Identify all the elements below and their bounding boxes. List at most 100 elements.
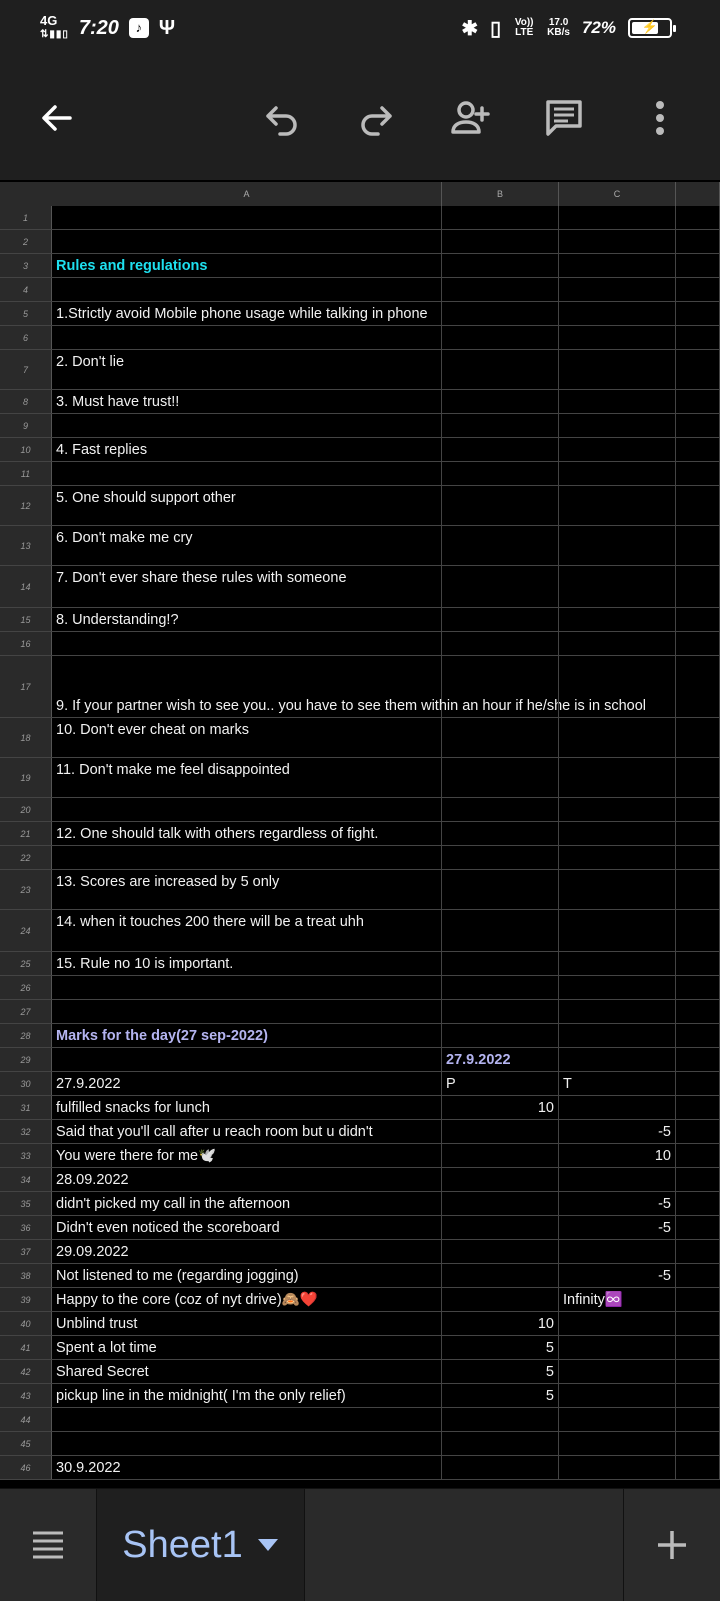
cell-d4[interactable] <box>676 278 720 301</box>
cell-b6[interactable] <box>442 326 559 349</box>
row-header[interactable]: 35 <box>0 1192 52 1215</box>
cell-b14[interactable] <box>442 566 559 607</box>
cell-c23[interactable] <box>559 870 676 909</box>
cell-b23[interactable] <box>442 870 559 909</box>
cell-a24[interactable]: 14. when it touches 200 there will be a … <box>52 910 442 951</box>
cell-c46[interactable] <box>559 1456 676 1479</box>
cell-b11[interactable] <box>442 462 559 485</box>
row-header[interactable]: 8 <box>0 390 52 413</box>
cell-a29[interactable] <box>52 1048 442 1071</box>
cell-c15[interactable] <box>559 608 676 631</box>
cell-c34[interactable] <box>559 1168 676 1191</box>
row-header[interactable]: 44 <box>0 1408 52 1431</box>
cell-b10[interactable] <box>442 438 559 461</box>
cell-b18[interactable] <box>442 718 559 757</box>
cell-d3[interactable] <box>676 254 720 277</box>
cell-d15[interactable] <box>676 608 720 631</box>
cell-b8[interactable] <box>442 390 559 413</box>
cell-b29[interactable]: 27.9.2022 <box>442 1048 559 1071</box>
cell-a39[interactable]: Happy to the core (coz of nyt drive)🙈❤️ <box>52 1288 442 1311</box>
cell-c29[interactable] <box>559 1048 676 1071</box>
cell-d6[interactable] <box>676 326 720 349</box>
row-header[interactable]: 7 <box>0 350 52 389</box>
cell-c4[interactable] <box>559 278 676 301</box>
cell-b20[interactable] <box>442 798 559 821</box>
cell-a6[interactable] <box>52 326 442 349</box>
cell-d34[interactable] <box>676 1168 720 1191</box>
cell-a10[interactable]: 4. Fast replies <box>52 438 442 461</box>
cell-c1[interactable] <box>559 206 676 229</box>
cell-d31[interactable] <box>676 1096 720 1119</box>
row-header[interactable]: 33 <box>0 1144 52 1167</box>
cell-b13[interactable] <box>442 526 559 565</box>
cell-c24[interactable] <box>559 910 676 951</box>
cell-c18[interactable] <box>559 718 676 757</box>
cell-d13[interactable] <box>676 526 720 565</box>
cell-b17[interactable] <box>442 656 559 717</box>
row-header[interactable]: 42 <box>0 1360 52 1383</box>
cell-b4[interactable] <box>442 278 559 301</box>
cell-d32[interactable] <box>676 1120 720 1143</box>
cell-c5[interactable] <box>559 302 676 325</box>
cell-d42[interactable] <box>676 1360 720 1383</box>
cell-c27[interactable] <box>559 1000 676 1023</box>
cell-a14[interactable]: 7. Don't ever share these rules with som… <box>52 566 442 607</box>
row-header[interactable]: 14 <box>0 566 52 607</box>
cell-a12[interactable]: 5. One should support other <box>52 486 442 525</box>
cell-a45[interactable] <box>52 1432 442 1455</box>
cell-a5[interactable]: 1.Strictly avoid Mobile phone usage whil… <box>52 302 442 325</box>
cell-d19[interactable] <box>676 758 720 797</box>
cell-d28[interactable] <box>676 1024 720 1047</box>
cell-b5[interactable] <box>442 302 559 325</box>
cell-a33[interactable]: You were there for me🕊️ <box>52 1144 442 1167</box>
cell-c36[interactable]: -5 <box>559 1216 676 1239</box>
row-header[interactable]: 11 <box>0 462 52 485</box>
cell-a27[interactable] <box>52 1000 442 1023</box>
cell-d23[interactable] <box>676 870 720 909</box>
cell-c14[interactable] <box>559 566 676 607</box>
cell-b32[interactable] <box>442 1120 559 1143</box>
cell-c38[interactable]: -5 <box>559 1264 676 1287</box>
cell-a2[interactable] <box>52 230 442 253</box>
cell-d38[interactable] <box>676 1264 720 1287</box>
cell-d7[interactable] <box>676 350 720 389</box>
cell-a31[interactable]: fulfilled snacks for lunch <box>52 1096 442 1119</box>
row-header[interactable]: 17 <box>0 656 52 717</box>
cell-c17[interactable] <box>559 656 676 717</box>
cell-a26[interactable] <box>52 976 442 999</box>
column-header-a[interactable]: A <box>52 182 442 206</box>
column-header-c[interactable]: C <box>559 182 676 206</box>
cell-b7[interactable] <box>442 350 559 389</box>
undo-button[interactable] <box>250 86 314 150</box>
cell-b31[interactable]: 10 <box>442 1096 559 1119</box>
cell-b35[interactable] <box>442 1192 559 1215</box>
cell-c33[interactable]: 10 <box>559 1144 676 1167</box>
cell-b28[interactable] <box>442 1024 559 1047</box>
cell-b3[interactable] <box>442 254 559 277</box>
cell-b19[interactable] <box>442 758 559 797</box>
row-header[interactable]: 37 <box>0 1240 52 1263</box>
cell-b27[interactable] <box>442 1000 559 1023</box>
cell-d26[interactable] <box>676 976 720 999</box>
cell-d10[interactable] <box>676 438 720 461</box>
cell-d46[interactable] <box>676 1456 720 1479</box>
cell-b40[interactable]: 10 <box>442 1312 559 1335</box>
cell-d11[interactable] <box>676 462 720 485</box>
cell-d30[interactable] <box>676 1072 720 1095</box>
cell-c39[interactable]: Infinity♾️ <box>559 1288 676 1311</box>
cell-b16[interactable] <box>442 632 559 655</box>
row-header[interactable]: 2 <box>0 230 52 253</box>
cell-c21[interactable] <box>559 822 676 845</box>
cell-c28[interactable] <box>559 1024 676 1047</box>
cell-d16[interactable] <box>676 632 720 655</box>
cell-a20[interactable] <box>52 798 442 821</box>
cell-c30[interactable]: T <box>559 1072 676 1095</box>
cell-b39[interactable] <box>442 1288 559 1311</box>
column-header-b[interactable]: B <box>442 182 559 206</box>
cell-d9[interactable] <box>676 414 720 437</box>
cell-b41[interactable]: 5 <box>442 1336 559 1359</box>
cell-d5[interactable] <box>676 302 720 325</box>
cell-c32[interactable]: -5 <box>559 1120 676 1143</box>
row-header[interactable]: 36 <box>0 1216 52 1239</box>
cell-d2[interactable] <box>676 230 720 253</box>
